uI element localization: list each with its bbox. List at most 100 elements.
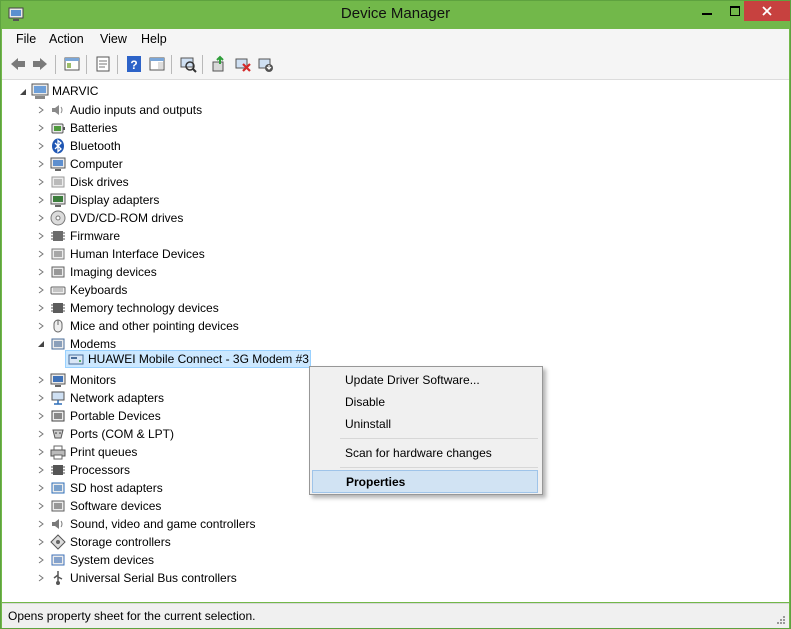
expand-arrow-icon[interactable] — [37, 412, 45, 420]
tree-category-label[interactable]: Audio inputs and outputs — [70, 103, 202, 117]
show-hide-tree-icon[interactable] — [63, 55, 81, 73]
expand-arrow-icon[interactable] — [37, 232, 45, 240]
tree-category-label[interactable]: DVD/CD-ROM drives — [70, 211, 183, 225]
help-icon[interactable]: ? — [125, 55, 143, 73]
tree-category[interactable]: Ports (COM & LPT) — [37, 425, 277, 443]
menu-update-driver[interactable]: Update Driver Software... — [312, 369, 538, 391]
update-driver-icon[interactable] — [210, 55, 228, 73]
collapse-arrow-icon[interactable] — [37, 340, 45, 348]
tree-category[interactable]: Firmware — [37, 227, 277, 245]
tree-category[interactable]: System devices — [37, 551, 277, 569]
expand-arrow-icon[interactable] — [37, 502, 45, 510]
expand-arrow-icon[interactable] — [37, 556, 45, 564]
tree-category-label[interactable]: Disk drives — [70, 175, 129, 189]
expand-arrow-icon[interactable] — [37, 394, 45, 402]
tree-category-label[interactable]: Universal Serial Bus controllers — [70, 571, 237, 585]
scan-hardware-icon[interactable] — [179, 55, 197, 73]
tree-category-label[interactable]: Storage controllers — [70, 535, 171, 549]
disable-icon[interactable] — [257, 55, 275, 73]
tree-category[interactable]: Sound, video and game controllers — [37, 515, 277, 533]
tree-category[interactable]: Portable Devices — [37, 407, 277, 425]
properties-icon[interactable] — [94, 55, 112, 73]
expand-arrow-icon[interactable] — [37, 304, 45, 312]
tree-category-label[interactable]: Portable Devices — [70, 409, 161, 423]
tree-category-label[interactable]: Computer — [70, 157, 123, 171]
menu-uninstall[interactable]: Uninstall — [312, 413, 538, 435]
tree-category[interactable]: SD host adapters — [37, 479, 277, 497]
tree-category[interactable]: Human Interface Devices — [37, 245, 277, 263]
tree-category-label[interactable]: Firmware — [70, 229, 120, 243]
collapse-arrow-icon[interactable] — [19, 88, 27, 96]
tree-category-label[interactable]: Processors — [70, 463, 130, 477]
tree-category-label[interactable]: Modems — [70, 337, 116, 351]
expand-arrow-icon[interactable] — [37, 160, 45, 168]
tree-category[interactable]: Audio inputs and outputs — [37, 101, 277, 119]
tree-category[interactable]: Disk drives — [37, 173, 277, 191]
tree-category[interactable]: Universal Serial Bus controllers — [37, 569, 277, 587]
expand-arrow-icon[interactable] — [37, 538, 45, 546]
tree-category-label[interactable]: Keyboards — [70, 283, 127, 297]
action-pane-icon[interactable] — [148, 55, 166, 73]
expand-arrow-icon[interactable] — [37, 268, 45, 276]
tree-category-label[interactable]: Monitors — [70, 373, 116, 387]
tree-category-label[interactable]: System devices — [70, 553, 154, 567]
tree-category[interactable]: Computer — [37, 155, 277, 173]
tree-category[interactable]: Display adapters — [37, 191, 277, 209]
expand-arrow-icon[interactable] — [37, 574, 45, 582]
tree-category-label[interactable]: Imaging devices — [70, 265, 157, 279]
tree-category-label[interactable]: Print queues — [70, 445, 137, 459]
expand-arrow-icon[interactable] — [37, 448, 45, 456]
tree-category-label[interactable]: SD host adapters — [70, 481, 163, 495]
menu-scan-hardware[interactable]: Scan for hardware changes — [312, 442, 538, 464]
tree-category[interactable]: Network adapters — [37, 389, 277, 407]
menu-properties[interactable]: Properties — [312, 470, 538, 493]
menu-disable[interactable]: Disable — [312, 391, 538, 413]
expand-arrow-icon[interactable] — [37, 322, 45, 330]
expand-arrow-icon[interactable] — [37, 142, 45, 150]
minimize-button[interactable] — [693, 1, 721, 21]
menu-action[interactable]: Action — [49, 32, 84, 46]
tree-category-label[interactable]: Memory technology devices — [70, 301, 219, 315]
expand-arrow-icon[interactable] — [37, 106, 45, 114]
tree-category[interactable]: Imaging devices — [37, 263, 277, 281]
tree-category[interactable]: Mice and other pointing devices — [37, 317, 277, 335]
tree-category-label[interactable]: Bluetooth — [70, 139, 121, 153]
tree-category[interactable]: Keyboards — [37, 281, 277, 299]
tree-category[interactable]: Bluetooth — [37, 137, 277, 155]
expand-arrow-icon[interactable] — [37, 376, 45, 384]
tree-category-label[interactable]: Ports (COM & LPT) — [70, 427, 174, 441]
expand-arrow-icon[interactable] — [37, 286, 45, 294]
tree-category-label[interactable]: Mice and other pointing devices — [70, 319, 239, 333]
modem-device-label[interactable]: HUAWEI Mobile Connect - 3G Modem #3 — [88, 352, 309, 366]
expand-arrow-icon[interactable] — [37, 466, 45, 474]
expand-arrow-icon[interactable] — [37, 214, 45, 222]
menu-help[interactable]: Help — [141, 32, 167, 46]
expand-arrow-icon[interactable] — [37, 484, 45, 492]
resize-grip-icon[interactable] — [776, 615, 786, 625]
tree-category[interactable]: Batteries — [37, 119, 277, 137]
title-bar[interactable]: Device Manager — [1, 1, 790, 29]
expand-arrow-icon[interactable] — [37, 124, 45, 132]
expand-arrow-icon[interactable] — [37, 196, 45, 204]
tree-category-label[interactable]: Sound, video and game controllers — [70, 517, 255, 531]
tree-category-label[interactable]: Display adapters — [70, 193, 159, 207]
expand-arrow-icon[interactable] — [37, 430, 45, 438]
tree-root[interactable] — [19, 83, 219, 101]
tree-category-label[interactable]: Batteries — [70, 121, 117, 135]
computer-name[interactable]: MARVIC — [52, 84, 98, 98]
tree-category[interactable]: Processors — [37, 461, 277, 479]
expand-arrow-icon[interactable] — [37, 178, 45, 186]
expand-arrow-icon[interactable] — [37, 250, 45, 258]
close-button[interactable] — [744, 1, 790, 21]
menu-view[interactable]: View — [100, 32, 127, 46]
forward-icon[interactable] — [31, 55, 49, 73]
menu-file[interactable]: File — [16, 32, 36, 46]
tree-category-label[interactable]: Human Interface Devices — [70, 247, 205, 261]
tree-category[interactable]: Monitors — [37, 371, 277, 389]
back-icon[interactable] — [9, 55, 27, 73]
tree-category[interactable]: Memory technology devices — [37, 299, 277, 317]
tree-category-label[interactable]: Network adapters — [70, 391, 164, 405]
tree-category[interactable]: DVD/CD-ROM drives — [37, 209, 277, 227]
tree-category[interactable]: Storage controllers — [37, 533, 277, 551]
tree-category-label[interactable]: Software devices — [70, 499, 161, 513]
